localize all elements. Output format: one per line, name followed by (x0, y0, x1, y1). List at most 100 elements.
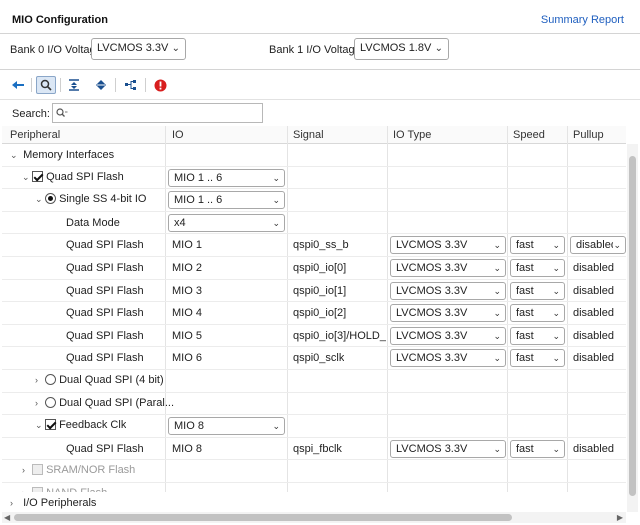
tree-row-dual-quad-parallel[interactable]: › Dual Quad SPI (Paral... (2, 393, 626, 416)
tree-row-data-mode: Data Mode x4 ⌄ (2, 212, 626, 235)
collapse-all-icon[interactable] (64, 76, 84, 94)
feedback-clk-checkbox[interactable] (45, 419, 56, 431)
io-type-value: LVCMOS 3.3V (396, 262, 468, 274)
feedback-clk-io-select[interactable]: MIO 8 ⌄ (168, 417, 285, 436)
scroll-left-icon[interactable]: ◀ (4, 513, 10, 522)
pullup-value[interactable]: disabled (573, 285, 614, 297)
bank0-voltage-select[interactable]: LVCMOS 3.3V ⌄ (91, 38, 186, 60)
chevron-right-icon[interactable]: › (35, 398, 45, 408)
error-icon[interactable] (150, 76, 170, 94)
bank1-voltage-select[interactable]: LVCMOS 1.8V ⌄ (354, 38, 449, 60)
table-row: Quad SPI Flash MIO 2 qspi0_io[0] LVCMOS … (2, 257, 626, 280)
pullup-value: disabled (576, 239, 617, 252)
tree-row-memory-interfaces[interactable]: ⌄ Memory Interfaces (2, 144, 626, 167)
pin-io: MIO 3 (172, 284, 202, 297)
pin-signal: qspi0_io[0] (293, 262, 347, 274)
speed-value: fast (516, 284, 534, 297)
chevron-down-icon[interactable]: ⌄ (10, 150, 20, 161)
chevron-down-icon: ⌄ (272, 195, 280, 206)
io-type-select[interactable]: LVCMOS 3.3V ⌄ (390, 304, 506, 323)
io-type-select[interactable]: LVCMOS 3.3V ⌄ (390, 259, 506, 277)
pullup-value[interactable]: disabled (573, 352, 614, 364)
chevron-down-icon: ⌄ (552, 443, 560, 454)
tree-row-single-ss[interactable]: ⌄ Single SS 4-bit IO MIO 1 .. 6 ⌄ (2, 189, 626, 212)
vertical-scroll-thumb[interactable] (629, 156, 636, 496)
search-label: Search: (12, 108, 50, 120)
data-mode-label: Data Mode (66, 216, 120, 229)
title-bar: MIO Configuration Summary Report (0, 0, 640, 34)
io-type-value: LVCMOS 3.3V (396, 352, 468, 365)
io-type-select[interactable]: LVCMOS 3.3V ⌄ (390, 326, 506, 345)
feedback-clk-label: Feedback Clk (59, 419, 127, 432)
table-header: Peripheral IO Signal IO Type Speed Pullu… (2, 126, 626, 144)
speed-value: fast (516, 352, 534, 365)
speed-value: fast (516, 442, 534, 455)
pullup-value[interactable]: disabled (573, 330, 614, 342)
speed-select[interactable]: fast ⌄ (510, 304, 565, 323)
io-type-select[interactable]: LVCMOS 3.3V ⌄ (390, 439, 506, 458)
vertical-scrollbar[interactable] (627, 144, 638, 512)
io-type-value: LVCMOS 3.3V (396, 329, 468, 342)
pullup-value[interactable]: disabled (573, 307, 614, 319)
tree-row-dual-quad-4bit[interactable]: › Dual Quad SPI (4 bit) (2, 370, 626, 393)
column-signal[interactable]: Signal (293, 129, 324, 141)
chevron-down-icon[interactable]: ⌄ (22, 172, 32, 183)
chevron-right-icon[interactable]: › (10, 498, 20, 508)
speed-select[interactable]: fast ⌄ (510, 326, 565, 345)
tree-row-feedback-clk[interactable]: ⌄ Feedback Clk MIO 8 ⌄ (2, 415, 626, 438)
tree-row-quad-spi-flash[interactable]: ⌄ Quad SPI Flash MIO 1 .. 6 ⌄ (2, 167, 626, 190)
dual-quad-4bit-radio[interactable] (45, 374, 56, 385)
speed-select[interactable]: fast ⌄ (510, 259, 565, 277)
single-ss-radio[interactable] (45, 193, 56, 205)
search-input[interactable] (52, 103, 263, 123)
chevron-down-icon[interactable]: ⌄ (35, 420, 45, 431)
horizontal-scroll-thumb[interactable] (14, 514, 512, 521)
single-ss-io-select[interactable]: MIO 1 .. 6 ⌄ (168, 191, 285, 210)
tree-row-io-peripherals[interactable]: › I/O Peripherals (2, 492, 626, 512)
column-peripheral[interactable]: Peripheral (10, 129, 60, 141)
chevron-down-icon: ⌄ (552, 308, 560, 319)
speed-select[interactable]: fast ⌄ (510, 281, 565, 300)
summary-report-link[interactable]: Summary Report (541, 14, 624, 26)
chevron-right-icon[interactable]: › (35, 375, 45, 385)
speed-select[interactable]: fast ⌄ (510, 349, 565, 368)
sram-nor-checkbox[interactable] (32, 464, 43, 476)
speed-select[interactable]: fast ⌄ (510, 236, 565, 255)
toolbar-separator (31, 78, 32, 92)
quad-spi-flash-checkbox[interactable] (32, 170, 43, 182)
pullup-select[interactable]: disabled ⌄ (570, 236, 626, 255)
speed-select[interactable]: fast ⌄ (510, 439, 565, 458)
column-io-type[interactable]: IO Type (393, 129, 431, 141)
io-type-select[interactable]: LVCMOS 3.3V ⌄ (390, 281, 506, 300)
io-type-select[interactable]: LVCMOS 3.3V ⌄ (390, 236, 506, 255)
tree-row-sram-nor[interactable]: › SRAM/NOR Flash (2, 460, 626, 483)
bank1-voltage-label: Bank 1 I/O Voltage (269, 44, 361, 56)
dual-quad-parallel-radio[interactable] (45, 396, 56, 408)
column-pullup[interactable]: Pullup (573, 129, 604, 141)
toolbar-separator (115, 78, 116, 92)
back-arrow-icon[interactable] (8, 76, 28, 94)
search-icon[interactable] (36, 76, 56, 94)
hierarchy-icon[interactable] (121, 76, 141, 94)
chevron-down-icon[interactable]: ⌄ (35, 194, 45, 205)
pin-signal: qspi0_sclk (293, 352, 345, 365)
io-type-select[interactable]: LVCMOS 3.3V ⌄ (390, 349, 506, 368)
sram-nor-label: SRAM/NOR Flash (46, 464, 136, 477)
column-speed[interactable]: Speed (513, 129, 545, 141)
chevron-right-icon[interactable]: › (22, 465, 32, 475)
scroll-right-icon[interactable]: ▶ (617, 513, 623, 522)
io-type-value: LVCMOS 3.3V (396, 284, 468, 297)
horizontal-scrollbar[interactable]: ◀ ▶ (2, 512, 626, 523)
toolbar (0, 70, 640, 100)
data-mode-select[interactable]: x4 ⌄ (168, 213, 285, 232)
single-ss-label: Single SS 4-bit IO (59, 193, 147, 206)
io-type-value: LVCMOS 3.3V (396, 307, 468, 320)
expand-all-icon[interactable] (91, 76, 111, 94)
table-row: Quad SPI Flash MIO 5 qspi0_io[3]/HOLD_B … (2, 325, 626, 348)
pullup-value[interactable]: disabled (573, 262, 614, 274)
quad-spi-io-select[interactable]: MIO 1 .. 6 ⌄ (168, 168, 285, 187)
column-io[interactable]: IO (172, 129, 184, 141)
pin-peripheral: Quad SPI Flash (66, 307, 144, 320)
pullup-value[interactable]: disabled (573, 443, 614, 455)
chevron-down-icon: ⌄ (272, 217, 280, 228)
